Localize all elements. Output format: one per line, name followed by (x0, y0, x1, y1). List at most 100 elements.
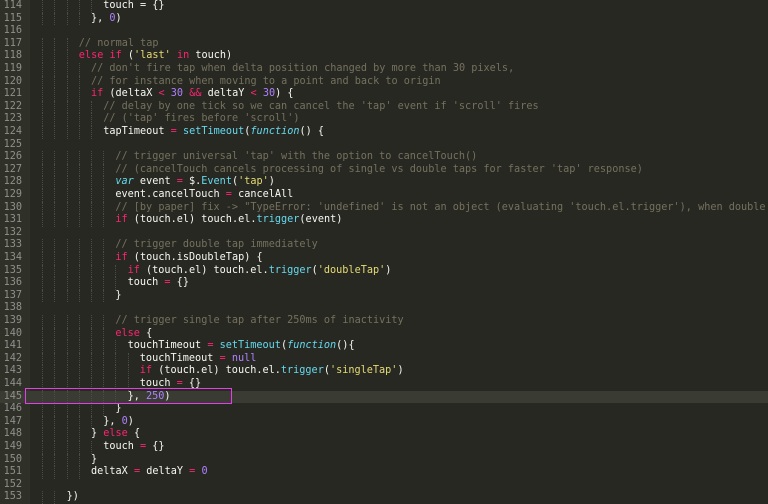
indent-guide (42, 352, 44, 366)
code-line[interactable]: 148} else { (0, 428, 768, 441)
indent-guide (103, 403, 105, 416)
code-line[interactable]: 137} (0, 289, 768, 303)
line-number: 125 (3, 138, 22, 150)
code-line[interactable]: 121 if (deltaX < 30 && deltaY < 30) { (0, 88, 768, 101)
code-line[interactable]: 125 (0, 139, 768, 152)
line-number: 133 (3, 239, 22, 251)
indent-guide (66, 428, 68, 441)
line-number: 144 (3, 378, 22, 389)
code-token: if (91, 88, 104, 100)
code-line[interactable]: 139 // trigger single tap after 250ms of … (0, 315, 768, 328)
code-token: function (287, 340, 337, 352)
code-line[interactable]: 115}, 0) (0, 12, 768, 26)
indent-guide (54, 176, 56, 189)
indent-guide (66, 352, 68, 366)
line-code: if (touch.el) touch.el.trigger('doubleTa… (128, 265, 392, 278)
code-line[interactable]: 150} (0, 453, 768, 467)
code-line[interactable]: 135 if (touch.el) touch.el.trigger('doubl… (0, 264, 768, 278)
code-line[interactable]: 116 (0, 25, 768, 38)
code-line[interactable]: 141 touchTimeout = setTimeout(function(){ (0, 340, 768, 353)
code-line[interactable]: 126 // trigger universal 'tap' with the o… (0, 151, 768, 164)
indent-guide (91, 289, 92, 303)
indent-guide (54, 88, 56, 101)
indent-guide (54, 189, 56, 202)
code-token: setTimeout (182, 126, 245, 137)
code-line[interactable]: 133 // trigger double tap immediately (0, 239, 768, 252)
indent-guide (42, 176, 44, 189)
code-line[interactable]: 119 // don't fire tap when delta position… (0, 63, 768, 76)
code-token: trigger (256, 214, 300, 226)
line-number: 121 (3, 88, 22, 100)
line-code: touch = {} (128, 277, 189, 290)
code-token: if (115, 214, 128, 226)
code-line[interactable]: 142 touchTimeout = null (0, 352, 768, 366)
indent-guide (54, 12, 56, 26)
indent-guide (78, 163, 80, 177)
indent-guide (54, 352, 56, 366)
code-token: touch = {} (103, 0, 165, 11)
code-line[interactable]: 123 // ('tap' fires before 'scroll') (0, 113, 768, 126)
indent-guide (42, 315, 44, 328)
code-line[interactable]: 114 touch = {} (0, 0, 768, 13)
code-line[interactable]: 152 (0, 479, 768, 492)
code-line[interactable]: 146} (0, 403, 768, 416)
indent-guide (66, 151, 68, 164)
indent-guide (91, 189, 92, 202)
line-number: 150 (3, 453, 22, 465)
code-line[interactable]: 153}) (0, 491, 768, 504)
indent-guide (78, 453, 80, 467)
code-line[interactable]: 120 // for instance when moving to a poin… (0, 75, 768, 89)
indent-guide (54, 163, 56, 177)
code-line[interactable]: 147}, 0) (0, 415, 768, 429)
indent-guide (54, 0, 56, 13)
indent-guide (91, 327, 92, 341)
indent-guide (54, 264, 56, 278)
code-line[interactable]: 132 (0, 227, 768, 240)
code-token: { (127, 428, 141, 440)
code-token: (touch.el) touch.el. (152, 365, 281, 377)
indent-guide (103, 365, 105, 378)
line-code: // for instance when moving to a point a… (91, 76, 441, 89)
code-token: ) (268, 176, 275, 188)
code-token: {} (170, 277, 189, 289)
indent-guide (42, 289, 44, 303)
line-code: tapTimeout = setTimeout(function() { (103, 126, 324, 139)
code-editor[interactable]: 114 touch = {} 115}, 0) 116 117// normal tap… (0, 0, 768, 504)
indent-guide (103, 201, 105, 215)
indent-guide (103, 163, 105, 177)
indent-guide (91, 113, 92, 126)
code-line[interactable]: 128 var event = $.Event('tap') (0, 176, 768, 189)
indent-guide (66, 88, 68, 101)
code-line[interactable]: 151 deltaX = deltaY = 0 (0, 466, 768, 479)
indent-guide (78, 63, 80, 76)
line-code: // trigger universal 'tap' with the opti… (115, 151, 477, 164)
line-number: 114 (3, 0, 22, 11)
code-line[interactable]: 127 // (cancelTouch cancels processing of… (0, 163, 768, 177)
code-line[interactable]: 118 else if ('last' in touch) (0, 50, 768, 63)
indent-guide (78, 252, 80, 265)
line-number: 127 (3, 163, 22, 175)
code-line[interactable]: 134 if (touch.isDoubleTap) { (0, 252, 768, 265)
code-line[interactable]: 140 else { (0, 327, 768, 341)
code-token: (){ (336, 340, 355, 352)
code-token: ) (127, 415, 134, 427)
code-line[interactable]: 138 (0, 302, 768, 315)
code-token: var (115, 176, 134, 188)
line-code: }, 0) (91, 13, 122, 26)
code-line[interactable]: 136 touch = {} (0, 277, 768, 290)
indent-guide (66, 466, 68, 479)
code-line[interactable]: 130 // [by paper] fix -> "TypeError: 'und… (0, 201, 768, 215)
code-line[interactable]: 122 // delay by one tick so we can cancel… (0, 100, 768, 114)
code-line[interactable]: 129 event.cancelTouch = cancelAll (0, 189, 768, 202)
code-line[interactable]: 117 // normal tap (0, 37, 768, 51)
indent-guide (115, 277, 117, 290)
code-token: 'doubleTap' (317, 264, 386, 276)
code-line[interactable]: 131 if (touch.el) touch.el.trigger(event) (0, 214, 768, 227)
line-code: touchTimeout = null (140, 353, 257, 366)
indent-guide (91, 365, 92, 378)
code-token: if (139, 365, 153, 377)
code-token: else (103, 428, 128, 440)
code-line[interactable]: 143 if (touch.el) touch.el.trigger('singl… (0, 365, 768, 378)
code-line[interactable]: 149 touch = {} (0, 441, 768, 454)
code-line[interactable]: 124 tapTimeout = setTimeout(function() { (0, 126, 768, 139)
